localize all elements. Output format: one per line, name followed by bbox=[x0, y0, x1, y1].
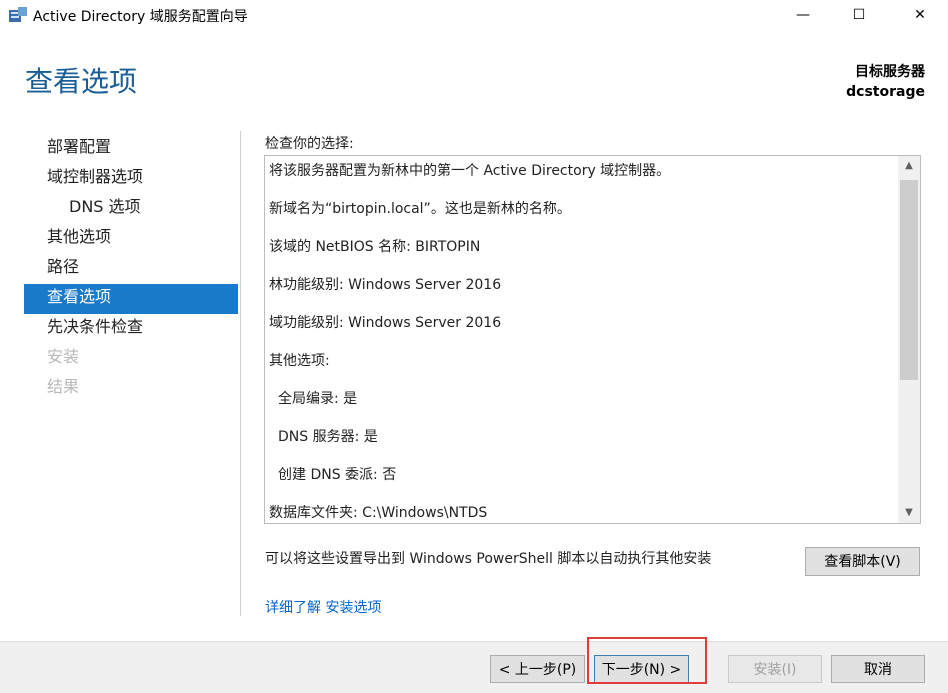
review-line: 该域的 NetBIOS 名称: BIRTOPIN bbox=[269, 239, 481, 255]
target-server-label: 目标服务器 bbox=[855, 64, 925, 80]
review-line: 将该服务器配置为新林中的第一个 Active Directory 域控制器。 bbox=[269, 163, 671, 179]
review-label: 检查你的选择: bbox=[265, 136, 354, 152]
learn-more-link[interactable]: 详细了解 安装选项 bbox=[265, 597, 381, 617]
nav-item-paths[interactable]: 路径 bbox=[24, 254, 238, 284]
cancel-button[interactable]: 取消 bbox=[831, 655, 925, 683]
nav-item-dns-options[interactable]: DNS 选项 bbox=[24, 194, 238, 224]
review-line: 其他选项: bbox=[269, 353, 330, 369]
server-manager-icon bbox=[9, 7, 27, 22]
nav-item-review-options[interactable]: 查看选项 bbox=[24, 284, 238, 314]
nav-item-results: 结果 bbox=[47, 377, 80, 396]
view-script-button[interactable]: 查看脚本(V) bbox=[805, 547, 920, 576]
nav-divider bbox=[240, 131, 241, 616]
nav-item-install: 安装 bbox=[47, 347, 80, 366]
review-line: 新域名为“birtopin.local”。这也是新林的名称。 bbox=[269, 201, 571, 217]
review-line: DNS 服务器: 是 bbox=[278, 429, 378, 445]
scroll-down-icon[interactable]: ▼ bbox=[898, 503, 920, 523]
minimize-button[interactable]: — bbox=[780, 0, 826, 30]
review-scrollbar[interactable]: ▲ ▼ bbox=[898, 156, 920, 523]
install-button: 安装(I) bbox=[728, 655, 822, 683]
review-line: 林功能级别: Windows Server 2016 bbox=[269, 277, 502, 293]
target-server-name: dcstorage bbox=[846, 84, 925, 100]
target-server: 目标服务器 dcstorage bbox=[846, 62, 925, 102]
review-line: 创建 DNS 委派: 否 bbox=[278, 467, 397, 483]
nav-item-prerequisites[interactable]: 先决条件检查 bbox=[24, 314, 238, 344]
review-line: 域功能级别: Windows Server 2016 bbox=[269, 315, 502, 331]
maximize-button[interactable]: ☐ bbox=[836, 0, 882, 30]
wizard-nav: 部署配置 域控制器选项 DNS 选项 其他选项 路径 查看选项 先决条件检查 安… bbox=[24, 134, 238, 404]
nav-item-additional-options[interactable]: 其他选项 bbox=[24, 224, 238, 254]
title-bar: Active Directory 域服务配置向导 — ☐ ✕ bbox=[0, 0, 948, 30]
export-description: 可以将这些设置导出到 Windows PowerShell 脚本以自动执行其他安… bbox=[265, 551, 712, 567]
next-button-highlight bbox=[587, 637, 707, 684]
page-title: 查看选项 bbox=[25, 65, 138, 98]
scrollbar-thumb[interactable] bbox=[900, 180, 918, 380]
previous-button[interactable]: < 上一步(P) bbox=[490, 655, 585, 683]
scroll-up-icon[interactable]: ▲ bbox=[898, 156, 920, 176]
nav-item-deployment[interactable]: 部署配置 bbox=[24, 134, 238, 164]
nav-item-dc-options[interactable]: 域控制器选项 bbox=[24, 164, 238, 194]
review-textbox[interactable]: 将该服务器配置为新林中的第一个 Active Directory 域控制器。 新… bbox=[264, 155, 921, 524]
window-title: Active Directory 域服务配置向导 bbox=[33, 9, 248, 25]
review-line: 数据库文件夹: C:\Windows\NTDS bbox=[269, 505, 488, 521]
review-line: 全局编录: 是 bbox=[278, 391, 358, 407]
close-button[interactable]: ✕ bbox=[897, 0, 943, 30]
